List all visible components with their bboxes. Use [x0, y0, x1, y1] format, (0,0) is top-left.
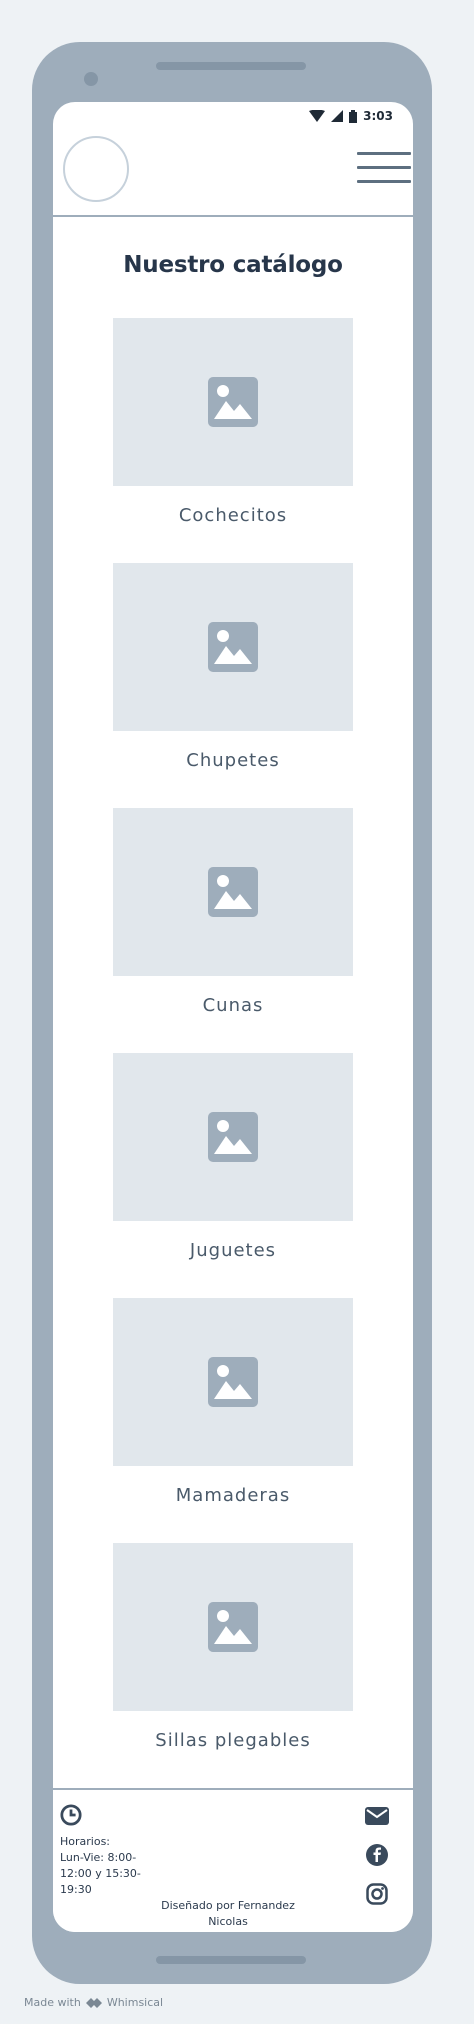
- watermark-text: Made with: [24, 1996, 81, 2009]
- image-placeholder-icon: [208, 622, 258, 672]
- site-footer: Horarios: Lun-Vie: 8:00- 12:00 y 15:30- …: [53, 1788, 413, 1932]
- mail-icon[interactable]: [365, 1804, 389, 1828]
- phone-screen: 3:03 Nuestro catálogo Cochecitos Chupete…: [53, 102, 413, 1932]
- clock-icon: [60, 1804, 82, 1826]
- catalog-item-label: Sillas plegables: [155, 1730, 311, 1751]
- hours-text: Horarios: Lun-Vie: 8:00- 12:00 y 15:30- …: [60, 1835, 141, 1896]
- catalog-item-juguetes[interactable]: Juguetes: [113, 1053, 353, 1261]
- menu-line: [357, 166, 411, 169]
- signal-icon: [331, 110, 344, 122]
- image-placeholder-icon: [208, 1112, 258, 1162]
- image-placeholder-icon: [208, 1602, 258, 1652]
- catalog-item-sillas-plegables[interactable]: Sillas plegables: [113, 1543, 353, 1751]
- designer-credit: Diseñado por Fernandez Nicolas: [161, 1899, 295, 1928]
- watermark-brand: Whimsical: [106, 1996, 164, 2009]
- status-time: 3:03: [363, 109, 393, 123]
- whimsical-watermark[interactable]: Made with Whimsical: [24, 1996, 163, 2009]
- opening-hours: Horarios: Lun-Vie: 8:00- 12:00 y 15:30- …: [60, 1804, 160, 1898]
- menu-line: [357, 152, 411, 155]
- facebook-icon[interactable]: [365, 1843, 389, 1867]
- image-placeholder: [113, 1053, 353, 1221]
- catalog-item-cochecitos[interactable]: Cochecitos: [113, 318, 353, 526]
- image-placeholder: [113, 1298, 353, 1466]
- image-placeholder-icon: [208, 867, 258, 917]
- catalog-item-chupetes[interactable]: Chupetes: [113, 563, 353, 771]
- catalog-item-mamaderas[interactable]: Mamaderas: [113, 1298, 353, 1506]
- image-placeholder-icon: [208, 377, 258, 427]
- image-placeholder: [113, 563, 353, 731]
- battery-icon: [349, 109, 358, 123]
- app-header: [53, 130, 413, 217]
- hamburger-menu-button[interactable]: [357, 152, 411, 192]
- catalog-item-cunas[interactable]: Cunas: [113, 808, 353, 1016]
- whimsical-logo-icon: [85, 1997, 102, 2008]
- camera-dot: [84, 72, 98, 86]
- catalog-item-label: Cunas: [202, 995, 264, 1016]
- image-placeholder-icon: [208, 1357, 258, 1407]
- social-links: [365, 1804, 389, 1906]
- instagram-icon[interactable]: [365, 1882, 389, 1906]
- catalog-item-label: Mamaderas: [175, 1485, 291, 1506]
- catalog-item-label: Cochecitos: [178, 505, 288, 526]
- wifi-icon: [309, 110, 326, 122]
- catalog-item-label: Chupetes: [186, 750, 280, 771]
- catalog-item-label: Juguetes: [189, 1240, 277, 1261]
- speaker-bar: [156, 62, 306, 70]
- logo-placeholder[interactable]: [63, 136, 129, 202]
- image-placeholder: [113, 808, 353, 976]
- home-indicator: [156, 1956, 306, 1964]
- page-title: Nuestro catálogo: [123, 252, 343, 278]
- status-bar: 3:03: [53, 102, 413, 130]
- menu-line: [357, 180, 411, 183]
- image-placeholder: [113, 318, 353, 486]
- image-placeholder: [113, 1543, 353, 1711]
